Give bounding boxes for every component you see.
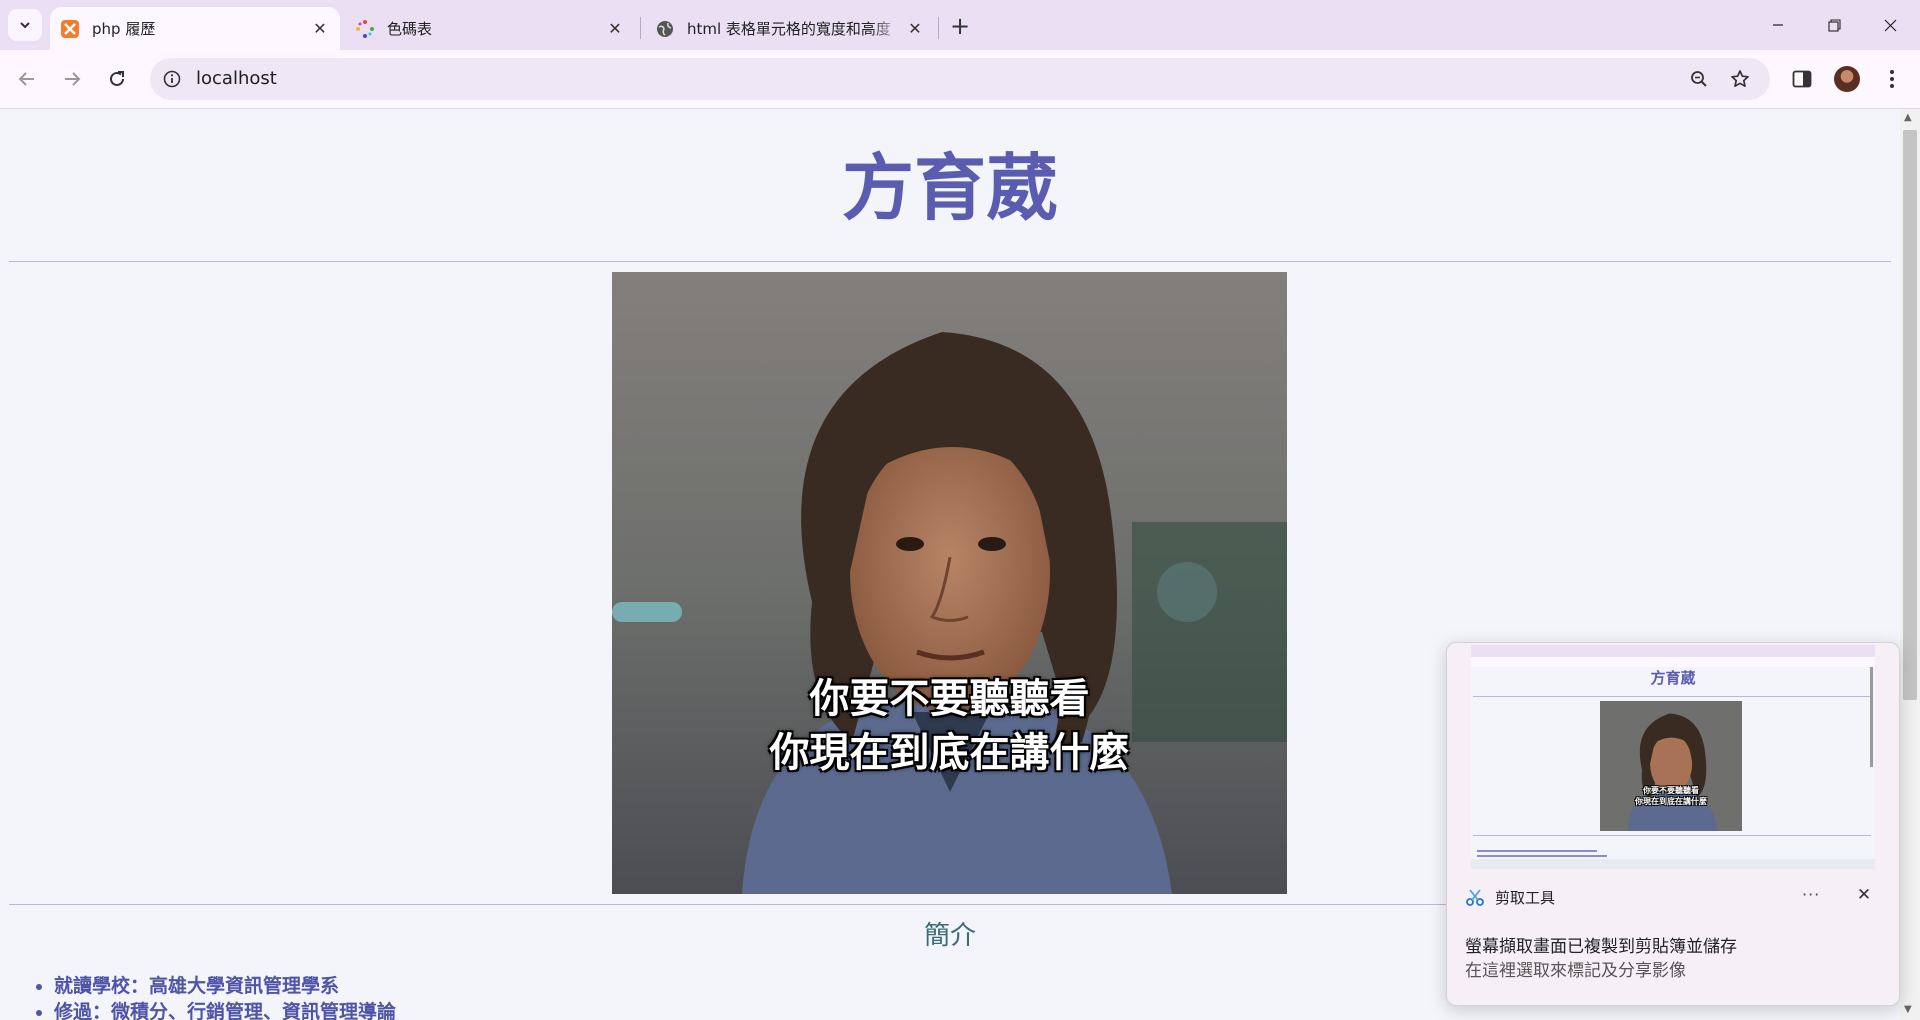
address-bar[interactable]: localhost [150,58,1770,100]
color-dots-icon [355,19,375,39]
back-arrow-icon [18,72,34,86]
new-tab-button[interactable]: + [945,11,975,41]
more-vert-icon [1890,70,1894,88]
zoom-icon[interactable] [1687,67,1711,91]
screenshot-preview[interactable]: 方育葳 你要不要聽聽看 你現在到底在講什麼 [1471,645,1875,869]
tab-search-button[interactable] [8,9,42,41]
snipping-tool-notification[interactable]: 方育葳 你要不要聽聽看 你現在到底在講什麼 剪取工具 ··· ✕ 螢幕擷取畫面已… [1446,642,1900,1006]
app-header: 剪取工具 [1465,883,1555,911]
notification-message: 螢幕擷取畫面已複製到剪貼簿並儲存 [1465,937,1737,957]
minimize-icon [1773,24,1783,26]
globe-icon [655,19,675,39]
xampp-icon [60,19,80,39]
preview-taskbar [1471,859,1875,869]
close-tab-icon[interactable]: ✕ [903,17,927,41]
preview-toolbar [1471,657,1875,667]
close-icon[interactable]: ✕ [1852,883,1876,907]
tab-title: html 表格單元格的寬度和高度 [687,20,891,38]
list-item: 就讀學校：高雄大學資訊管理學系 [54,973,396,999]
chevron-down-icon [20,22,30,29]
tab-php-resume[interactable]: php 履歷 ✕ [50,7,340,50]
forward-arrow-icon [65,72,81,86]
reload-button[interactable] [99,61,135,97]
preview-caption-line-1: 你要不要聽聽看 [1643,786,1699,795]
page-title: 方育葳 [841,146,1058,230]
preview-divider [1473,835,1871,836]
close-icon [1884,19,1896,31]
restore-button[interactable] [1806,0,1862,50]
site-info-icon[interactable] [160,67,184,91]
tab-title: php 履歷 [92,20,156,38]
url-text: localhost [196,68,277,89]
scrollbar-thumb[interactable] [1903,130,1917,700]
photo-caption-line-1: 你要不要聽聽看 [809,676,1090,722]
page-scrollbar[interactable]: ▲ ▼ [1900,109,1920,1020]
reload-icon [110,71,124,86]
restore-icon [1827,18,1841,32]
preview-photo: 你要不要聽聽看 你現在到底在講什麼 [1600,701,1742,831]
app-name: 剪取工具 [1495,888,1556,907]
preview-text-lines [1477,848,1617,858]
photo-caption: 你要不要聽聽看 你現在到底在講什麼 [612,672,1287,780]
preview-tabbar [1471,645,1875,657]
preview-title: 方育葳 [1650,669,1696,687]
close-window-button[interactable] [1862,0,1918,50]
more-options-icon[interactable]: ··· [1802,885,1820,904]
profile-button[interactable] [1829,61,1865,97]
list-item: 修過：微積分、行銷管理、資訊管理導論 [54,999,396,1020]
divider [9,261,1891,262]
side-panel-icon [1792,70,1812,88]
photo-caption-line-2: 你現在到底在講什麼 [769,730,1130,776]
preview-divider [1473,696,1871,697]
back-button[interactable] [9,61,45,97]
notification-sub-message: 在這裡選取來標記及分享影像 [1465,961,1686,981]
side-panel-button[interactable] [1784,61,1820,97]
scroll-down-icon[interactable]: ▼ [1904,1004,1912,1015]
preview-caption-line-2: 你現在到底在講什麼 [1635,797,1707,806]
browser-toolbar: localhost [0,50,1920,109]
tab-title: 色碼表 [387,20,433,38]
menu-button[interactable] [1874,61,1910,97]
preview-scrollbar [1870,667,1873,767]
tab-html-table[interactable]: html 表格單元格的寬度和高度 ✕ [645,7,935,50]
tab-divider [640,17,641,39]
forward-button[interactable] [54,61,90,97]
preview-caption: 你要不要聽聽看 你現在到底在講什麼 [1600,785,1742,807]
bookmark-star-icon[interactable] [1728,67,1752,91]
tab-divider [938,17,939,39]
close-tab-icon[interactable]: ✕ [308,17,332,41]
snipping-tool-icon [1466,889,1484,906]
minimize-button[interactable] [1750,0,1806,50]
tab-color-codes[interactable]: 色碼表 ✕ [345,7,635,50]
tab-bar: php 履歷 ✕ 色碼表 ✕ html 表格單元格的寬度和高度 ✕ + [0,0,1920,50]
avatar [1834,66,1860,92]
scroll-up-icon[interactable]: ▲ [1904,112,1912,123]
profile-photo: 你要不要聽聽看 你現在到底在講什麼 [612,272,1287,894]
info-list: 就讀學校：高雄大學資訊管理學系 修過：微積分、行銷管理、資訊管理導論 [24,973,396,1020]
close-tab-icon[interactable]: ✕ [603,17,627,41]
